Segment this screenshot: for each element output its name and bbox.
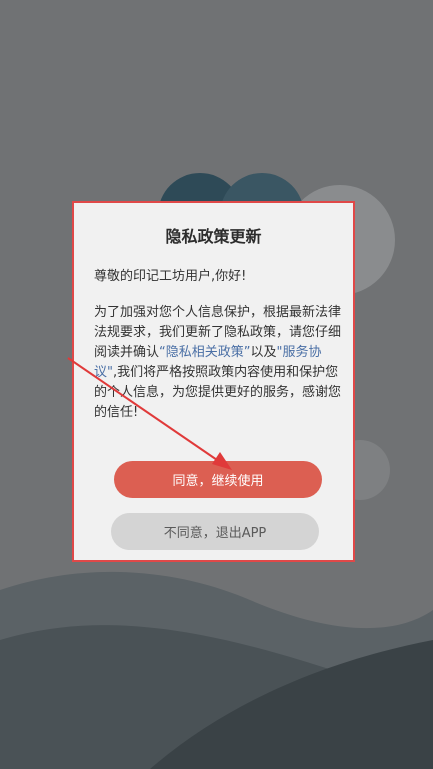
agree-continue-button[interactable]: 同意，继续使用 <box>114 461 322 498</box>
privacy-policy-dialog: 隐私政策更新 尊敬的印记工坊用户,你好! 为了加强对您个人信息保护，根据最新法律… <box>72 201 355 562</box>
greeting-text: 尊敬的印记工坊用户,你好! <box>94 269 247 284</box>
disagree-exit-button[interactable]: 不同意，退出APP <box>111 513 319 550</box>
body-part2: 以及 <box>250 345 277 360</box>
privacy-policy-link[interactable]: “隐私相关政策” <box>159 345 250 360</box>
body-part3: ,我们将严格按照政策内容使用和保护您的个人信息，为您提供更好的服务，感谢您的信任… <box>94 365 342 420</box>
policy-body-text: 为了加强对您个人信息保护，根据最新法律法规要求，我们更新了隐私政策，请您仔细阅读… <box>94 303 344 423</box>
dialog-title: 隐私政策更新 <box>165 227 262 246</box>
